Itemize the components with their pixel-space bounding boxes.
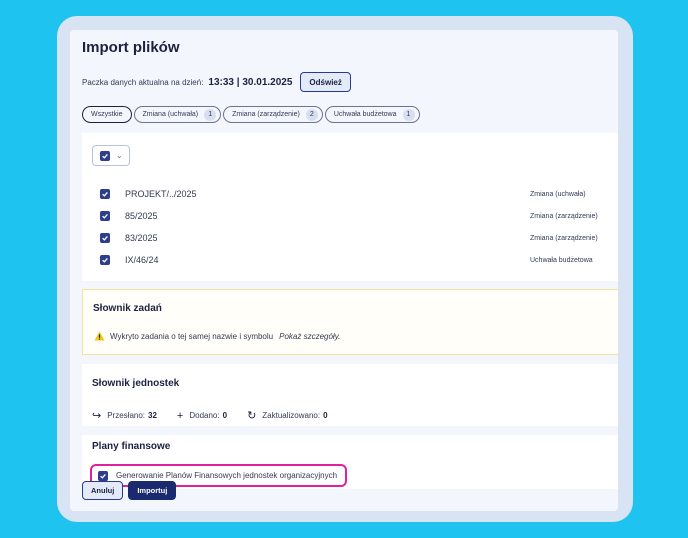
- tasks-panel: Słownik zadań Wykryto zadania o tej same…: [82, 289, 618, 355]
- stat-added: + Dodano: 0: [177, 410, 227, 422]
- stat-value: 0: [323, 411, 328, 420]
- filter-chip-label: Wszystkie: [91, 111, 123, 118]
- filter-chips: Wszystkie Zmiana (uchwała) 1 Zmiana (zar…: [82, 106, 420, 123]
- file-type: Zmiana (uchwała): [530, 190, 586, 198]
- dialog-card: Import plików Paczka danych aktualna na …: [57, 16, 633, 522]
- check-icon: [102, 153, 108, 159]
- file-checkbox[interactable]: [100, 233, 110, 243]
- stat-label: Zaktualizowano:: [262, 411, 321, 420]
- file-name: PROJEKT/../2025: [125, 189, 197, 199]
- file-row: IX/46/24 Uchwała budżetowa: [100, 253, 618, 267]
- select-all-checkbox[interactable]: [100, 150, 110, 161]
- file-name: 85/2025: [125, 211, 158, 221]
- check-icon: [100, 473, 106, 479]
- filter-count-badge: 2: [305, 108, 318, 121]
- file-type: Uchwała budżetowa: [530, 256, 593, 264]
- filter-chip-label: Zmiana (zarządzenie): [232, 111, 300, 118]
- check-icon: [102, 191, 108, 197]
- check-icon: [102, 213, 108, 219]
- stat-sent: ↪ Przesłano: 32: [92, 409, 157, 422]
- tasks-warning: Wykryto zadania o tej samej nazwie i sym…: [94, 331, 340, 341]
- warning-icon: [94, 331, 105, 341]
- stat-value: 32: [148, 411, 157, 420]
- file-checkbox[interactable]: [100, 189, 110, 199]
- file-checkbox[interactable]: [100, 211, 110, 221]
- cancel-button[interactable]: Anuluj: [82, 481, 124, 500]
- stat-updated: ↻ Zaktualizowano: 0: [247, 409, 327, 422]
- filter-count-badge: 1: [204, 108, 217, 121]
- warning-text: Wykryto zadania o tej samej nazwie i sym…: [110, 331, 274, 341]
- file-name: IX/46/24: [125, 255, 159, 265]
- check-icon: [102, 235, 108, 241]
- file-name: 83/2025: [125, 233, 158, 243]
- tasks-title: Słownik zadań: [93, 303, 162, 314]
- dialog-footer: Anuluj Importuj: [82, 481, 177, 500]
- generate-plans-checkbox[interactable]: [98, 470, 108, 481]
- page-title: Import plików: [82, 39, 180, 56]
- stat-label: Przesłano:: [107, 411, 146, 420]
- generate-plans-label: Generowanie Planów Finansowych jednostek…: [116, 471, 338, 480]
- dialog-content: Import plików Paczka danych aktualna na …: [70, 30, 618, 511]
- forward-arrow-icon: ↪: [92, 410, 102, 422]
- package-date: 13:33 | 30.01.2025: [208, 76, 293, 88]
- plus-icon: +: [176, 409, 184, 422]
- filter-chip-all[interactable]: Wszystkie: [82, 106, 132, 123]
- package-label: Paczka danych aktualna na dzień:: [82, 77, 204, 87]
- select-all-dropdown[interactable]: ⌄: [92, 145, 130, 166]
- chevron-down-icon: ⌄: [116, 151, 123, 160]
- import-button[interactable]: Importuj: [128, 481, 177, 500]
- file-type: Zmiana (zarządzenie): [530, 234, 598, 242]
- file-row: PROJEKT/../2025 Zmiana (uchwała): [100, 187, 618, 201]
- file-checkbox[interactable]: [100, 255, 110, 265]
- units-panel: Słownik jednostek ↪ Przesłano: 32 + Doda…: [82, 364, 618, 426]
- filter-count-badge: 1: [402, 108, 415, 121]
- file-row: 85/2025 Zmiana (zarządzenie): [100, 209, 618, 223]
- files-panel: ⌄ PROJEKT/../2025 Zmiana (uchwała) 85/20…: [82, 133, 618, 281]
- file-type: Zmiana (zarządzenie): [530, 212, 598, 220]
- filter-chip-zmiana-zarzadzenie[interactable]: Zmiana (zarządzenie) 2: [223, 106, 323, 123]
- filter-chip-zmiana-uchwala[interactable]: Zmiana (uchwała) 1: [133, 106, 222, 123]
- filter-chip-label: Uchwała budżetowa: [333, 111, 397, 118]
- units-stats: ↪ Przesłano: 32 + Dodano: 0 ↻ Zaktualizo…: [92, 409, 348, 423]
- plans-title: Plany finansowe: [92, 441, 171, 452]
- stat-value: 0: [222, 411, 228, 420]
- filter-chip-uchwala-budzetowa[interactable]: Uchwała budżetowa 1: [324, 106, 420, 123]
- stat-label: Dodano:: [189, 411, 220, 420]
- units-title: Słownik jednostek: [92, 378, 180, 389]
- filter-chip-label: Zmiana (uchwała): [142, 111, 199, 118]
- refresh-icon: ↻: [247, 410, 257, 422]
- refresh-button[interactable]: Odśwież: [300, 72, 351, 92]
- package-info: Paczka danych aktualna na dzień: 13:33 |…: [82, 71, 351, 93]
- show-details-link[interactable]: Pokaż szczegóły.: [279, 332, 340, 341]
- file-row: 83/2025 Zmiana (zarządzenie): [100, 231, 618, 245]
- check-icon: [102, 257, 108, 263]
